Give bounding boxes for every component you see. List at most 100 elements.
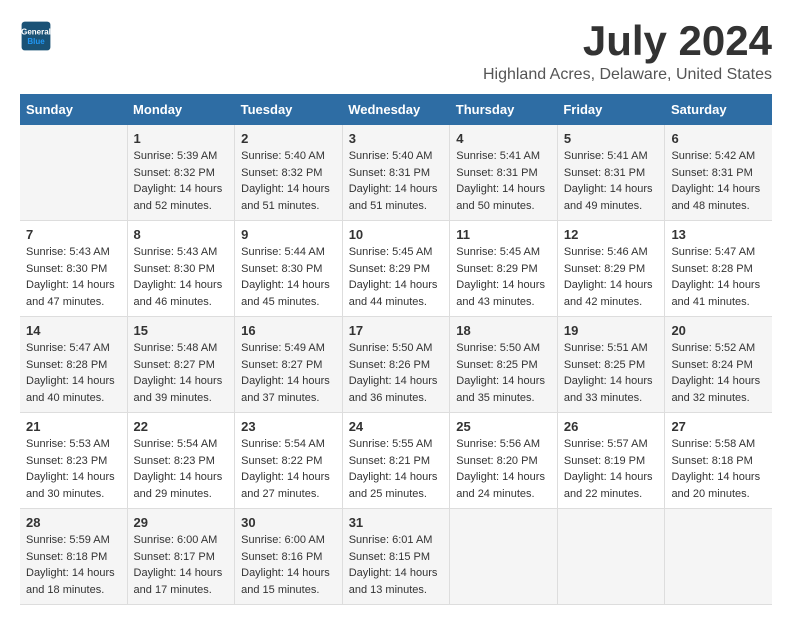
day-number: 5 — [564, 131, 659, 146]
day-info: Sunrise: 5:55 AMSunset: 8:21 PMDaylight:… — [349, 436, 444, 502]
calendar-cell: 3 Sunrise: 5:40 AMSunset: 8:31 PMDaylight… — [342, 125, 450, 221]
column-header-friday: Friday — [557, 94, 665, 125]
column-header-wednesday: Wednesday — [342, 94, 450, 125]
day-info: Sunrise: 6:01 AMSunset: 8:15 PMDaylight:… — [349, 532, 444, 598]
day-info: Sunrise: 5:48 AMSunset: 8:27 PMDaylight:… — [134, 340, 229, 406]
day-number: 21 — [26, 419, 121, 434]
calendar-table: SundayMondayTuesdayWednesdayThursdayFrid… — [20, 94, 772, 605]
day-info: Sunrise: 5:59 AMSunset: 8:18 PMDaylight:… — [26, 532, 121, 598]
logo: General Blue — [20, 20, 52, 52]
calendar-week-row: 7 Sunrise: 5:43 AMSunset: 8:30 PMDaylight… — [20, 221, 772, 317]
day-info: Sunrise: 5:52 AMSunset: 8:24 PMDaylight:… — [671, 340, 766, 406]
day-number: 14 — [26, 323, 121, 338]
calendar-cell: 27 Sunrise: 5:58 AMSunset: 8:18 PMDayligh… — [665, 413, 772, 509]
day-number: 6 — [671, 131, 766, 146]
day-info: Sunrise: 5:40 AMSunset: 8:32 PMDaylight:… — [241, 148, 336, 214]
calendar-header-row: SundayMondayTuesdayWednesdayThursdayFrid… — [20, 94, 772, 125]
calendar-cell: 13 Sunrise: 5:47 AMSunset: 8:28 PMDayligh… — [665, 221, 772, 317]
day-number: 22 — [134, 419, 229, 434]
column-header-saturday: Saturday — [665, 94, 772, 125]
day-number: 20 — [671, 323, 766, 338]
day-number: 16 — [241, 323, 336, 338]
calendar-cell: 26 Sunrise: 5:57 AMSunset: 8:19 PMDayligh… — [557, 413, 665, 509]
day-number: 8 — [134, 227, 229, 242]
svg-text:General: General — [21, 27, 51, 36]
day-info: Sunrise: 5:44 AMSunset: 8:30 PMDaylight:… — [241, 244, 336, 310]
day-number: 30 — [241, 515, 336, 530]
day-number: 3 — [349, 131, 444, 146]
day-number: 29 — [134, 515, 229, 530]
day-number: 17 — [349, 323, 444, 338]
column-header-monday: Monday — [127, 94, 235, 125]
day-number: 19 — [564, 323, 659, 338]
day-info: Sunrise: 5:45 AMSunset: 8:29 PMDaylight:… — [456, 244, 551, 310]
calendar-cell: 12 Sunrise: 5:46 AMSunset: 8:29 PMDayligh… — [557, 221, 665, 317]
day-info: Sunrise: 5:42 AMSunset: 8:31 PMDaylight:… — [671, 148, 766, 214]
day-info: Sunrise: 5:49 AMSunset: 8:27 PMDaylight:… — [241, 340, 336, 406]
day-number: 25 — [456, 419, 551, 434]
calendar-cell — [450, 509, 558, 605]
day-number: 24 — [349, 419, 444, 434]
day-number: 23 — [241, 419, 336, 434]
day-number: 28 — [26, 515, 121, 530]
day-number: 11 — [456, 227, 551, 242]
day-number: 26 — [564, 419, 659, 434]
day-info: Sunrise: 5:43 AMSunset: 8:30 PMDaylight:… — [26, 244, 121, 310]
day-info: Sunrise: 5:58 AMSunset: 8:18 PMDaylight:… — [671, 436, 766, 502]
day-info: Sunrise: 5:54 AMSunset: 8:22 PMDaylight:… — [241, 436, 336, 502]
calendar-cell: 14Sunrise: 5:47 AMSunset: 8:28 PMDayligh… — [20, 317, 127, 413]
day-number: 1 — [134, 131, 229, 146]
column-header-sunday: Sunday — [20, 94, 127, 125]
day-info: Sunrise: 5:51 AMSunset: 8:25 PMDaylight:… — [564, 340, 659, 406]
calendar-cell: 11 Sunrise: 5:45 AMSunset: 8:29 PMDayligh… — [450, 221, 558, 317]
day-info: Sunrise: 5:43 AMSunset: 8:30 PMDaylight:… — [134, 244, 229, 310]
day-info: Sunrise: 5:41 AMSunset: 8:31 PMDaylight:… — [456, 148, 551, 214]
calendar-cell: 8 Sunrise: 5:43 AMSunset: 8:30 PMDaylight… — [127, 221, 235, 317]
calendar-cell: 25 Sunrise: 5:56 AMSunset: 8:20 PMDayligh… — [450, 413, 558, 509]
calendar-cell: 2Sunrise: 5:40 AMSunset: 8:32 PMDaylight… — [235, 125, 343, 221]
day-number: 18 — [456, 323, 551, 338]
day-number: 9 — [241, 227, 336, 242]
calendar-cell: 22 Sunrise: 5:54 AMSunset: 8:23 PMDayligh… — [127, 413, 235, 509]
calendar-cell — [20, 125, 127, 221]
calendar-cell: 21 Sunrise: 5:53 AMSunset: 8:23 PMDayligh… — [20, 413, 127, 509]
calendar-cell — [665, 509, 772, 605]
day-info: Sunrise: 5:50 AMSunset: 8:26 PMDaylight:… — [349, 340, 444, 406]
day-number: 7 — [26, 227, 121, 242]
day-number: 10 — [349, 227, 444, 242]
calendar-cell: 5 Sunrise: 5:41 AMSunset: 8:31 PMDaylight… — [557, 125, 665, 221]
column-header-tuesday: Tuesday — [235, 94, 343, 125]
calendar-cell: 9 Sunrise: 5:44 AMSunset: 8:30 PMDaylight… — [235, 221, 343, 317]
day-info: Sunrise: 5:41 AMSunset: 8:31 PMDaylight:… — [564, 148, 659, 214]
day-info: Sunrise: 5:39 AMSunset: 8:32 PMDaylight:… — [134, 148, 229, 214]
day-info: Sunrise: 5:50 AMSunset: 8:25 PMDaylight:… — [456, 340, 551, 406]
day-number: 27 — [671, 419, 766, 434]
calendar-cell: 18 Sunrise: 5:50 AMSunset: 8:25 PMDayligh… — [450, 317, 558, 413]
day-info: Sunrise: 5:47 AMSunset: 8:28 PMDaylight:… — [671, 244, 766, 310]
day-number: 13 — [671, 227, 766, 242]
day-info: Sunrise: 5:53 AMSunset: 8:23 PMDaylight:… — [26, 436, 121, 502]
calendar-cell — [557, 509, 665, 605]
calendar-cell: 7 Sunrise: 5:43 AMSunset: 8:30 PMDaylight… — [20, 221, 127, 317]
calendar-cell: 17 Sunrise: 5:50 AMSunset: 8:26 PMDayligh… — [342, 317, 450, 413]
day-info: Sunrise: 5:54 AMSunset: 8:23 PMDaylight:… — [134, 436, 229, 502]
day-info: Sunrise: 5:46 AMSunset: 8:29 PMDaylight:… — [564, 244, 659, 310]
day-info: Sunrise: 5:56 AMSunset: 8:20 PMDaylight:… — [456, 436, 551, 502]
calendar-cell: 24 Sunrise: 5:55 AMSunset: 8:21 PMDayligh… — [342, 413, 450, 509]
calendar-cell: 20 Sunrise: 5:52 AMSunset: 8:24 PMDayligh… — [665, 317, 772, 413]
calendar-cell: 15Sunrise: 5:48 AMSunset: 8:27 PMDayligh… — [127, 317, 235, 413]
calendar-cell: 10Sunrise: 5:45 AMSunset: 8:29 PMDayligh… — [342, 221, 450, 317]
svg-text:Blue: Blue — [27, 37, 45, 46]
calendar-week-row: 14Sunrise: 5:47 AMSunset: 8:28 PMDayligh… — [20, 317, 772, 413]
calendar-cell: 31 Sunrise: 6:01 AMSunset: 8:15 PMDayligh… — [342, 509, 450, 605]
day-number: 12 — [564, 227, 659, 242]
day-info: Sunrise: 5:40 AMSunset: 8:31 PMDaylight:… — [349, 148, 444, 214]
day-number: 31 — [349, 515, 444, 530]
calendar-week-row: 28 Sunrise: 5:59 AMSunset: 8:18 PMDayligh… — [20, 509, 772, 605]
calendar-week-row: 1 Sunrise: 5:39 AMSunset: 8:32 PMDaylight… — [20, 125, 772, 221]
logo-icon: General Blue — [20, 20, 52, 52]
calendar-cell: 4 Sunrise: 5:41 AMSunset: 8:31 PMDaylight… — [450, 125, 558, 221]
day-info: Sunrise: 5:57 AMSunset: 8:19 PMDaylight:… — [564, 436, 659, 502]
calendar-cell: 16 Sunrise: 5:49 AMSunset: 8:27 PMDayligh… — [235, 317, 343, 413]
day-number: 4 — [456, 131, 551, 146]
